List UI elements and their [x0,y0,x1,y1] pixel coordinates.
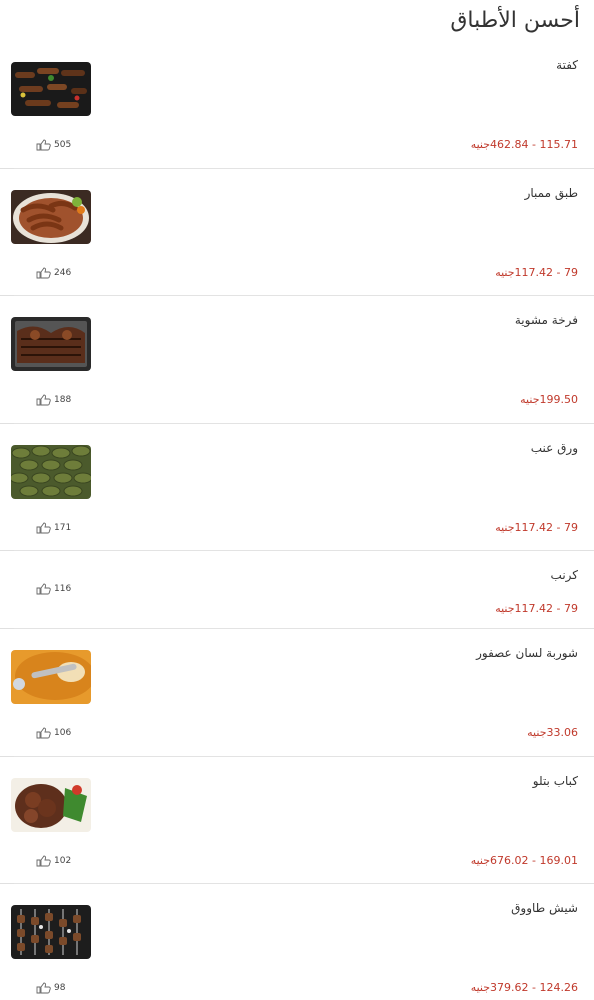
dish-price: 33.06جنيه [527,726,578,739]
dish-price: 79 - 117.42جنيه [495,265,578,279]
likes-count[interactable]: 188 [36,394,71,406]
dish-card[interactable]: شوربة لسان عصفور 33.06جنيه 106 [0,629,594,757]
dish-card[interactable]: شيش طاووق 124.26 - 379.62جنيه 98 [0,884,594,1000]
thumbs-up-icon [36,139,51,151]
dish-image[interactable] [11,317,91,371]
dish-name[interactable]: فرخة مشوية [515,313,578,327]
shish-tawook-photo-icon [11,905,91,959]
dish-name[interactable]: كفتة [556,58,578,72]
dish-card[interactable]: فرخة مشوية 199.50جنيه 188 [0,296,594,424]
dish-price: 124.26 - 379.62جنيه [470,981,578,994]
thumbs-up-icon [36,727,51,739]
page-title: أحسن الأطباق [450,8,580,33]
dish-card[interactable]: كباب بتلو 169.01 - 676.02جنيه 102 [0,757,594,884]
veal-kebab-photo-icon [11,777,91,832]
dish-card[interactable]: كفتة 115.71 - 462.84جنيه 505 [0,41,594,169]
kofta-photo-icon [11,62,91,116]
dish-price: 199.50جنيه [520,393,578,406]
thumbs-up-icon [36,583,51,595]
dish-image[interactable] [11,777,91,832]
dish-price: 169.01 - 676.02جنيه [470,853,578,867]
thumbs-up-icon [36,855,51,866]
likes-count[interactable]: 116 [36,583,71,595]
dish-name[interactable]: شوربة لسان عصفور [476,646,578,660]
grilled-chicken-photo-icon [11,317,91,371]
thumbs-up-icon [36,267,51,278]
dish-list: كفتة 115.71 - 462.84جنيه 505 طبق ممبار 7… [0,41,594,1000]
likes-count[interactable]: 102 [36,855,71,867]
dish-card[interactable]: طبق ممبار 79 - 117.42جنيه 246 [0,169,594,296]
dish-name[interactable]: طبق ممبار [525,186,578,200]
vine-leaves-photo-icon [11,444,91,499]
likes-count[interactable]: 98 [36,982,65,994]
dish-name[interactable]: ورق عنب [531,441,578,455]
dish-image[interactable] [11,905,91,959]
dish-price: 79 - 117.42جنيه [495,602,578,615]
dish-image[interactable] [11,62,91,116]
dish-name[interactable]: كرنب [551,568,578,582]
dish-name[interactable]: كباب بتلو [533,774,578,788]
thumbs-up-icon [36,982,51,994]
dish-card[interactable]: ورق عنب 79 - 117.42جنيه 171 [0,424,594,551]
dish-image[interactable] [11,444,91,499]
thumbs-up-icon [36,522,51,533]
dish-image[interactable] [11,650,91,704]
thumbs-up-icon [36,394,51,406]
mombar-photo-icon [11,189,91,244]
orzo-soup-photo-icon [11,650,91,704]
likes-count[interactable]: 171 [36,522,71,534]
likes-count[interactable]: 106 [36,727,71,739]
dish-price: 79 - 117.42جنيه [495,520,578,534]
dish-card[interactable]: كرنب 79 - 117.42جنيه 116 [0,551,594,629]
likes-count[interactable]: 505 [36,139,71,151]
dish-price: 115.71 - 462.84جنيه [470,138,578,151]
dish-name[interactable]: شيش طاووق [511,901,578,915]
page-header: أحسن الأطباق [14,8,580,42]
dish-image[interactable] [11,189,91,244]
likes-count[interactable]: 246 [36,267,71,279]
